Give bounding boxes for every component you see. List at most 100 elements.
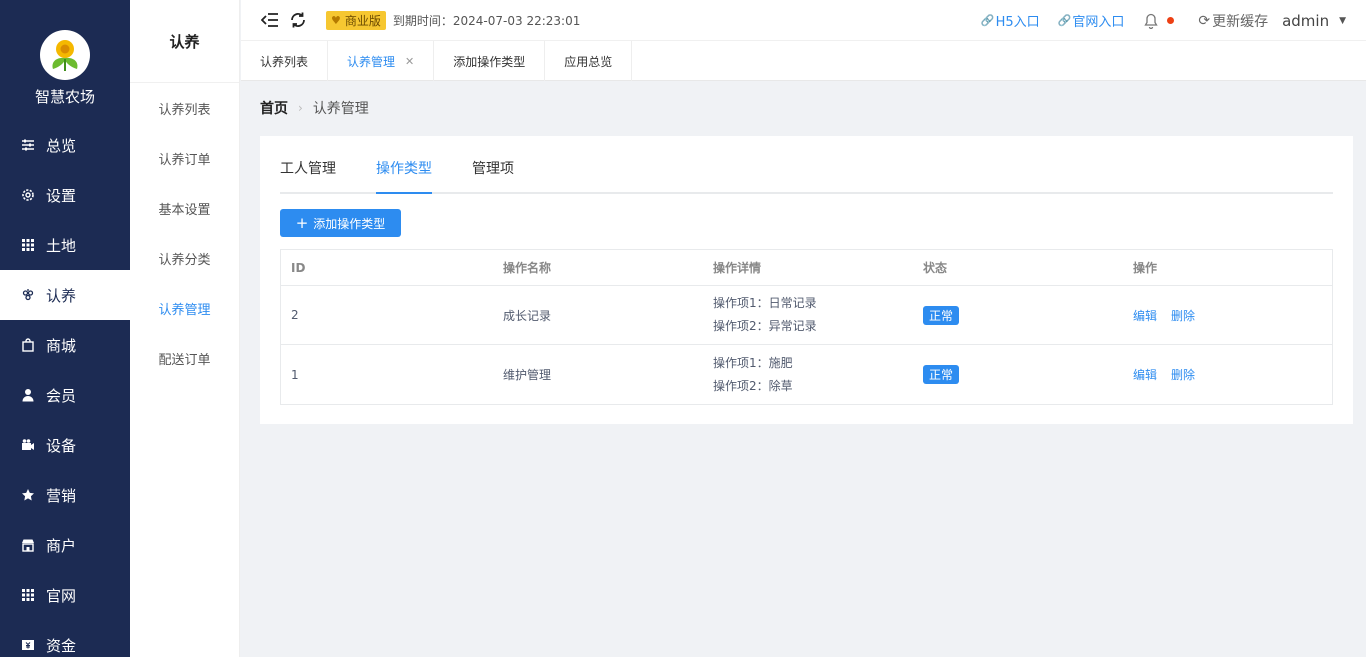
column-header-name: 操作名称 xyxy=(503,261,552,275)
reload-icon[interactable] xyxy=(288,10,308,30)
notification-button[interactable] xyxy=(1144,13,1175,29)
store-icon xyxy=(21,538,35,552)
content-tabs: 工人管理 操作类型 管理项 xyxy=(280,158,1333,194)
expire-time: 到期时间：2024-07-03 22:23:01 xyxy=(392,13,581,28)
sidebar-item-members[interactable]: 会员 xyxy=(0,370,130,420)
sidebar-item-funds[interactable]: 资金 xyxy=(0,620,130,657)
status-badge: 正常 xyxy=(923,305,960,325)
sidebar-item-adoption[interactable]: 认养 xyxy=(0,270,130,320)
row-id: 1 xyxy=(291,367,299,382)
sidebar-item-label: 土地 xyxy=(46,236,77,255)
sidebar-item-settings[interactable]: 设置 xyxy=(0,170,130,220)
camera-icon xyxy=(21,438,35,452)
sidebar-item-label: 资金 xyxy=(46,636,77,655)
secondary-menu: 认养 认养列表 认养订单 基本设置 认养分类 认养管理 配送订单 xyxy=(130,0,240,657)
column-header-id: ID xyxy=(291,260,306,275)
sidebar-item-label: 商户 xyxy=(46,536,77,555)
tab-add-operation-type[interactable]: 添加操作类型 xyxy=(434,41,546,81)
plus-icon: + xyxy=(295,214,309,232)
sidebar-item-label: 营销 xyxy=(46,486,77,505)
star-icon xyxy=(21,488,35,502)
detail-line: 操作项1：日常记录 xyxy=(713,296,817,310)
row-actions: 编辑 删除 xyxy=(1123,286,1332,344)
detail-line: 操作项2：异常记录 xyxy=(713,319,817,333)
table-row: 2 成长记录 操作项1：日常记录 操作项2：异常记录 正常 编辑 删除 xyxy=(281,286,1332,345)
delete-button[interactable]: 删除 xyxy=(1171,366,1195,383)
add-operation-type-button[interactable]: + 添加操作类型 xyxy=(280,209,401,237)
sidebar-item-label: 商城 xyxy=(46,336,77,355)
sliders-icon xyxy=(21,138,35,152)
diamond-icon: ♥ xyxy=(331,13,341,27)
sunflower-logo-icon xyxy=(40,30,90,80)
breadcrumb-current: 认养管理 xyxy=(312,101,369,117)
operation-type-table: ID 操作名称 操作详情 状态 操作 2 成长记录 操作项1：日常记录 操作项2… xyxy=(280,249,1333,405)
money-icon xyxy=(21,638,35,652)
shopping-bag-icon xyxy=(21,338,35,352)
row-status: 正常 xyxy=(913,345,1123,404)
edit-button[interactable]: 编辑 xyxy=(1133,307,1157,324)
table-row: 1 维护管理 操作项1：施肥 操作项2：除草 正常 编辑 删除 xyxy=(281,345,1332,404)
link-icon: 🔗 xyxy=(980,14,995,27)
close-icon[interactable]: ✕ xyxy=(405,55,414,68)
sidebar-item-label: 官网 xyxy=(46,586,77,605)
column-header-actions: 操作 xyxy=(1133,261,1158,275)
submenu-item-delivery-orders[interactable]: 配送订单 xyxy=(130,333,239,383)
submenu-item-adoption-list[interactable]: 认养列表 xyxy=(130,83,239,133)
website-entry-link[interactable]: 🔗 官网入口 xyxy=(1058,11,1125,30)
chevron-right-icon: › xyxy=(298,101,303,115)
tab-management-items[interactable]: 管理项 xyxy=(472,158,514,194)
submenu-title: 认养 xyxy=(130,0,239,83)
main-sidebar: 智慧农场 总览 设置 土地 认养 商城 会员 设备 营销 商户 官网 资金 xyxy=(0,0,130,657)
sidebar-item-mall[interactable]: 商城 xyxy=(0,320,130,370)
edit-button[interactable]: 编辑 xyxy=(1133,366,1157,383)
breadcrumb: 首页 › 认养管理 xyxy=(260,98,369,118)
refresh-cache-button[interactable]: ⟳ 更新缓存 xyxy=(1198,11,1268,31)
sidebar-item-merchants[interactable]: 商户 xyxy=(0,520,130,570)
sidebar-item-label: 总览 xyxy=(46,136,77,155)
sidebar-item-label: 设备 xyxy=(46,436,77,455)
user-menu[interactable]: admin ▼ xyxy=(1282,12,1346,30)
sidebar-item-overview[interactable]: 总览 xyxy=(0,120,130,170)
tab-adoption-list[interactable]: 认养列表 xyxy=(241,41,329,81)
delete-button[interactable]: 删除 xyxy=(1171,307,1195,324)
sidebar-item-label: 会员 xyxy=(46,386,77,405)
tab-operation-type[interactable]: 操作类型 xyxy=(376,158,432,194)
top-header: ♥ 商业版 到期时间：2024-07-03 22:23:01 🔗 H5入口 🔗 … xyxy=(241,0,1366,41)
header-actions: 🔗 H5入口 🔗 官网入口 ⟳ 更新缓存 admin ▼ xyxy=(963,0,1346,41)
row-details: 操作项1：日常记录 操作项2：异常记录 xyxy=(703,286,913,344)
column-header-details: 操作详情 xyxy=(713,261,762,275)
status-badge: 正常 xyxy=(923,365,960,384)
tab-adoption-management[interactable]: 认养管理 ✕ xyxy=(328,41,435,81)
h5-entry-link[interactable]: 🔗 H5入口 xyxy=(981,11,1040,30)
submenu-item-adoption-orders[interactable]: 认养订单 xyxy=(130,133,239,183)
sidebar-item-marketing[interactable]: 营销 xyxy=(0,470,130,520)
grapes-icon xyxy=(21,288,35,302)
row-status: 正常 xyxy=(913,286,1123,344)
gear-icon xyxy=(21,188,35,202)
row-details: 操作项1：施肥 操作项2：除草 xyxy=(703,345,913,404)
detail-line: 操作项2：除草 xyxy=(713,378,793,393)
column-header-status: 状态 xyxy=(923,261,948,275)
refresh-icon: ⟳ xyxy=(1198,12,1211,29)
app-name: 智慧农场 xyxy=(34,88,95,106)
breadcrumb-home[interactable]: 首页 xyxy=(260,98,288,118)
tab-app-overview[interactable]: 应用总览 xyxy=(545,41,633,81)
detail-line: 操作项1：施肥 xyxy=(713,355,793,370)
submenu-item-adoption-category[interactable]: 认养分类 xyxy=(130,233,239,283)
app-logo[interactable]: 智慧农场 xyxy=(0,0,130,120)
notification-dot xyxy=(1167,16,1175,24)
sidebar-item-land[interactable]: 土地 xyxy=(0,220,130,270)
collapse-menu-icon[interactable] xyxy=(260,10,280,30)
sidebar-item-label: 设置 xyxy=(46,186,77,205)
caret-down-icon: ▼ xyxy=(1339,15,1346,26)
sidebar-item-website[interactable]: 官网 xyxy=(0,570,130,620)
submenu-item-adoption-management[interactable]: 认养管理 xyxy=(130,283,239,333)
bell-icon xyxy=(1144,13,1158,29)
row-actions: 编辑 删除 xyxy=(1123,345,1332,404)
row-id: 2 xyxy=(291,308,299,322)
submenu-item-basic-settings[interactable]: 基本设置 xyxy=(130,183,239,233)
grid-icon xyxy=(21,238,35,252)
tab-worker-management[interactable]: 工人管理 xyxy=(280,158,336,194)
sidebar-item-devices[interactable]: 设备 xyxy=(0,420,130,470)
link-icon: 🔗 xyxy=(1057,14,1072,27)
